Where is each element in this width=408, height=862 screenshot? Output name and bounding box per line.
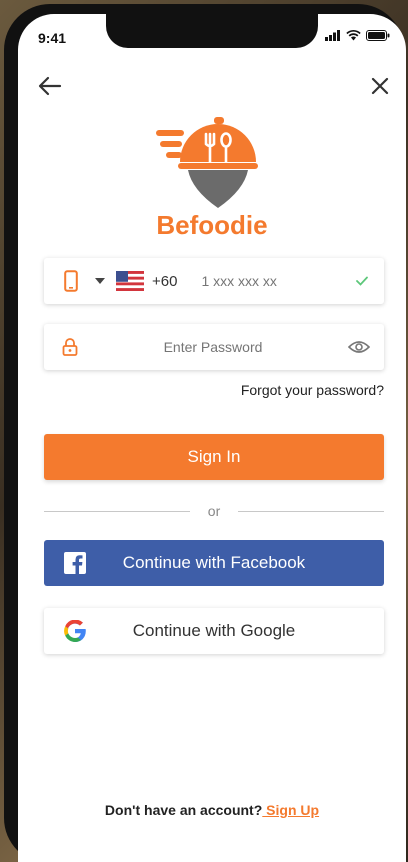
signup-prompt-text: Don't have an account?: [104, 802, 263, 818]
or-label: or: [207, 503, 221, 519]
back-button[interactable]: [36, 72, 64, 100]
divider-line: [238, 510, 385, 512]
check-icon: [356, 276, 368, 286]
status-icons: [325, 30, 390, 41]
mobile-phone-icon: [64, 270, 78, 292]
country-code: +60: [152, 272, 178, 290]
forgot-password-link[interactable]: Forgot your password?: [241, 382, 384, 398]
notch: [106, 14, 318, 48]
sign-up-link[interactable]: Sign Up: [262, 802, 319, 818]
eye-icon[interactable]: [348, 340, 370, 354]
chevron-down-icon[interactable]: [94, 277, 106, 285]
us-flag-icon: [116, 271, 144, 291]
or-divider: or: [44, 502, 385, 520]
phone-field[interactable]: +60: [44, 258, 384, 304]
google-icon: [64, 620, 86, 642]
facebook-login-label: Continue with Facebook: [122, 553, 306, 572]
signal-icon: [325, 30, 340, 41]
google-login-button[interactable]: Continue with Google: [44, 608, 384, 654]
sign-in-button[interactable]: Sign In: [44, 434, 384, 480]
divider-line: [44, 510, 190, 512]
facebook-login-button[interactable]: Continue with Facebook: [44, 540, 384, 586]
wifi-icon: [346, 30, 361, 41]
phone-number-input[interactable]: [199, 272, 354, 290]
close-icon: [371, 77, 389, 95]
status-time: 9:41: [38, 30, 67, 46]
phone-frame: 9:41 Befoodie +60 1 xxx xxx xx Forgot yo…: [4, 4, 406, 862]
befoodie-logo: [156, 117, 258, 208]
arrow-left-icon: [38, 76, 62, 96]
password-input[interactable]: [88, 338, 338, 356]
signup-prompt: Don't have an account? Sign Up: [18, 802, 406, 818]
google-login-label: Continue with Google: [132, 621, 296, 640]
facebook-icon: [64, 552, 86, 574]
close-button[interactable]: [366, 72, 394, 100]
login-screen: 9:41 Befoodie +60 1 xxx xxx xx Forgot yo…: [18, 14, 406, 862]
brand-name: Befoodie: [156, 210, 268, 240]
password-field[interactable]: [44, 324, 384, 370]
lock-icon: [62, 338, 78, 356]
battery-icon: [366, 30, 390, 41]
